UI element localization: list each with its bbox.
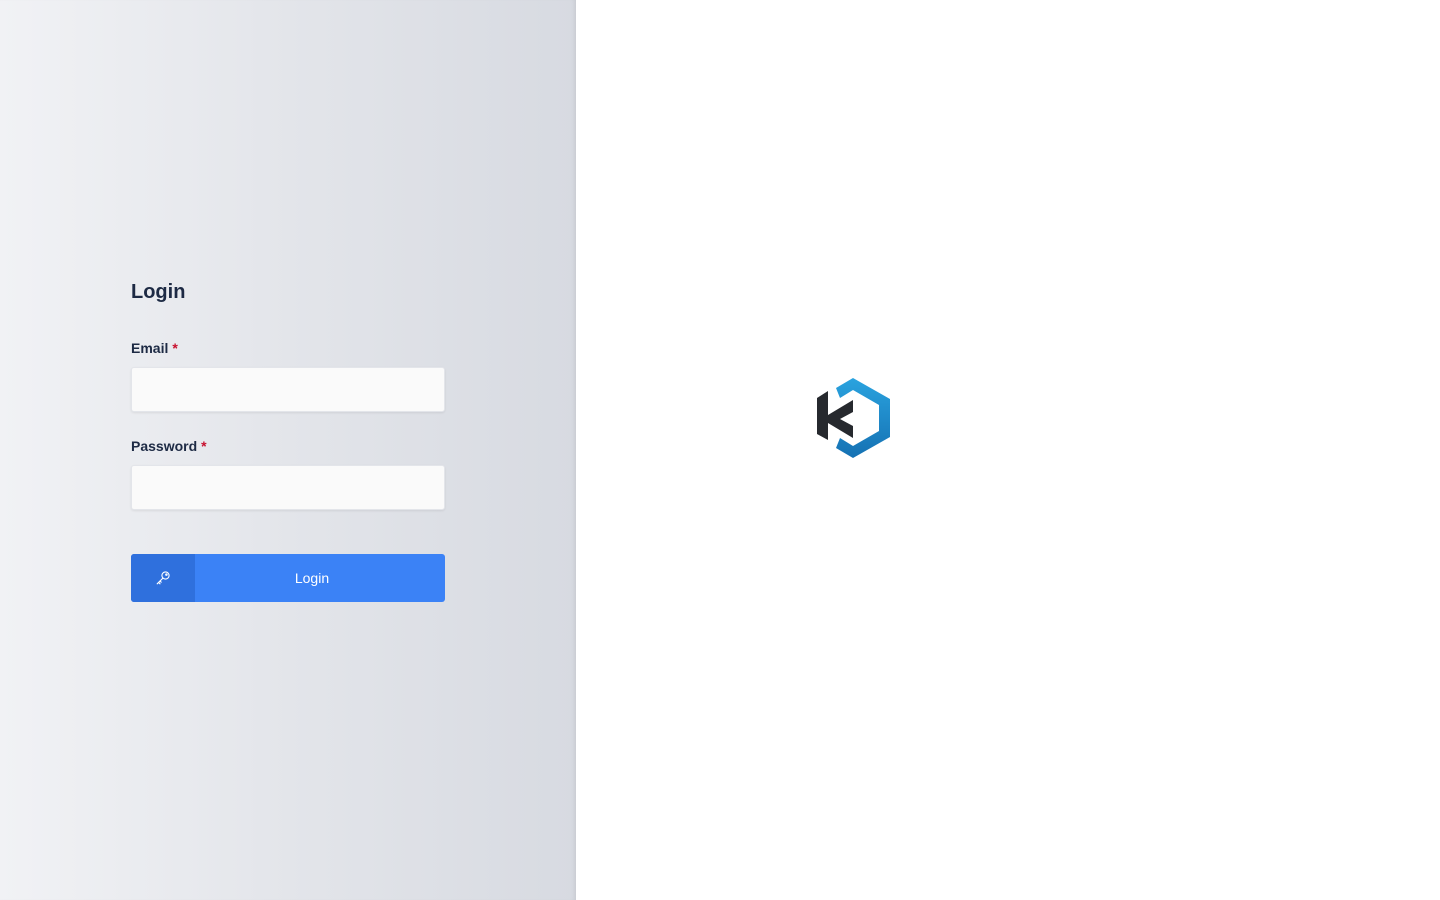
- password-label-text: Password: [131, 438, 198, 454]
- login-panel: Login Email * Password * Login: [0, 0, 576, 900]
- email-label: Email *: [131, 340, 445, 356]
- login-button-label: Login: [294, 570, 330, 586]
- password-required-mark: *: [201, 438, 207, 454]
- login-title: Login: [131, 281, 186, 303]
- email-required-mark: *: [172, 340, 178, 356]
- login-page: Login Email * Password * Login: [0, 0, 1440, 900]
- key-icon: [131, 554, 195, 602]
- password-label: Password *: [131, 438, 445, 454]
- login-form: Login Email * Password * Login: [131, 280, 445, 602]
- k-hexagon-logo: [817, 378, 890, 458]
- email-label-text: Email: [131, 340, 169, 356]
- brand-panel: [576, 0, 1440, 900]
- password-input[interactable]: [131, 465, 445, 510]
- email-input[interactable]: [131, 367, 445, 412]
- login-button[interactable]: Login: [131, 554, 445, 602]
